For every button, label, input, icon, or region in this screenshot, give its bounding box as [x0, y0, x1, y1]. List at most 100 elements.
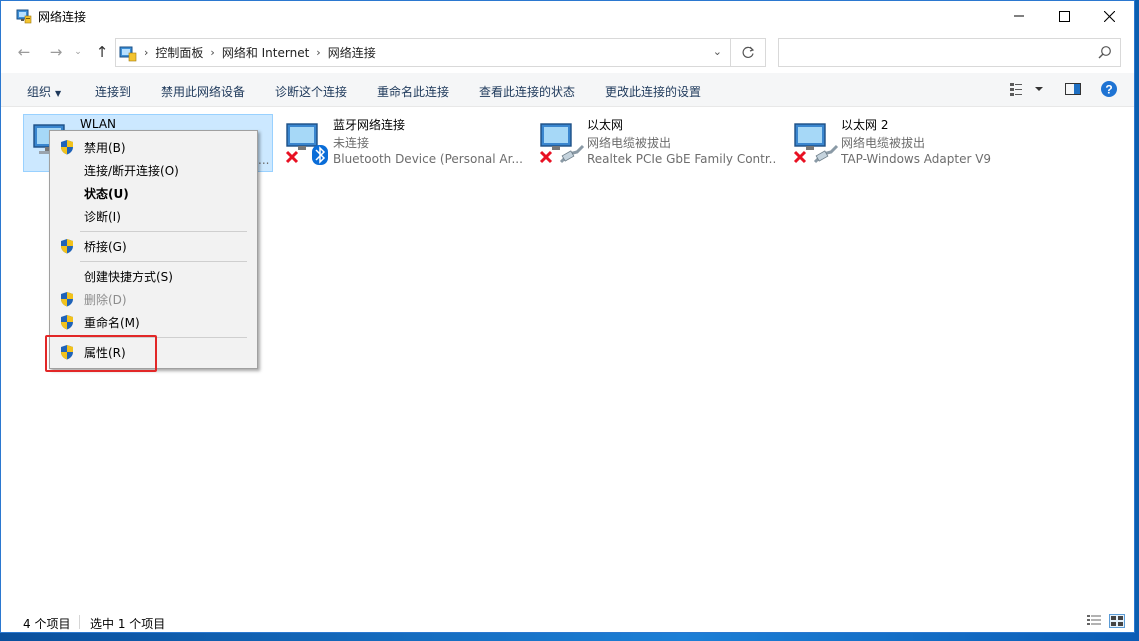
search-icon: [1098, 46, 1111, 59]
ethernet-cable-icon: [813, 144, 839, 164]
menu-item-label: 创建快捷方式(S): [84, 269, 173, 284]
menu-item-label: 连接/断开连接(O): [84, 163, 179, 178]
disconnected-x-icon: [539, 150, 553, 164]
maximize-button[interactable]: [1041, 1, 1087, 31]
recent-locations-button[interactable]: ⌄: [71, 41, 85, 63]
tiles-view-button[interactable]: [1109, 614, 1125, 631]
refresh-icon: [742, 46, 754, 58]
menu-item-label: 状态(U): [84, 186, 129, 201]
disconnected-x-icon: [285, 150, 299, 164]
menu-item-label: 桥接(G): [84, 239, 127, 254]
network-adapter-icon: [539, 123, 585, 164]
status-bar: 4 个项目 选中 1 个项目: [1, 612, 1134, 632]
preview-pane-icon: [1065, 83, 1081, 95]
close-button[interactable]: [1086, 1, 1132, 31]
breadcrumb-separator-icon: ›: [316, 46, 321, 59]
connection-item-ethernet[interactable]: 以太网 网络电缆被拔出 Realtek PCIe GbE Family Cont…: [531, 114, 781, 172]
forward-button[interactable]: →: [45, 41, 67, 63]
menu-separator: [80, 261, 247, 262]
rename-button[interactable]: 重命名此连接: [377, 83, 449, 100]
change-settings-button[interactable]: 更改此连接的设置: [605, 83, 701, 100]
details-view-icon: [1087, 615, 1101, 625]
uac-shield-icon: [61, 292, 73, 307]
explorer-window: 网络连接 ← → ⌄ ↑ › 控制面板 › 网络和 Internet › 网络连…: [0, 0, 1135, 633]
uac-shield-icon: [61, 239, 73, 254]
menu-item-diagnose[interactable]: 诊断(I): [50, 205, 257, 227]
close-icon: [1103, 10, 1115, 22]
maximize-icon: [1058, 10, 1070, 22]
command-bar: 组织 ▼ 连接到 禁用此网络设备 诊断这个连接 重命名此连接 查看此连接的状态 更…: [1, 73, 1134, 107]
menu-separator: [80, 231, 247, 232]
search-input[interactable]: [779, 39, 1079, 65]
connection-name: WLAN: [80, 117, 117, 131]
menu-item-label: 诊断(I): [84, 209, 121, 224]
connection-item-bluetooth[interactable]: 蓝牙网络连接 未连接 Bluetooth Device (Personal Ar…: [277, 114, 527, 172]
help-button[interactable]: ?: [1100, 80, 1118, 101]
svg-text:?: ?: [1105, 83, 1112, 97]
connection-status: 网络电缆被拔出: [841, 136, 926, 150]
minimize-icon: [1014, 15, 1024, 17]
network-adapter-icon: [793, 123, 839, 164]
refresh-button[interactable]: [731, 38, 766, 67]
connection-status: 网络电缆被拔出: [587, 136, 672, 150]
item-count: 4 个项目: [23, 617, 71, 631]
arrow-right-icon: →: [49, 43, 63, 61]
view-options-icon: [1010, 83, 1043, 96]
connection-status: 未连接: [333, 136, 370, 150]
status-divider: [79, 615, 80, 629]
disable-device-button[interactable]: 禁用此网络设备: [161, 83, 245, 100]
menu-item-connect-disconnect[interactable]: 连接/断开连接(O): [50, 159, 257, 181]
selected-count: 选中 1 个项目: [90, 617, 166, 631]
title-bar: 网络连接: [1, 1, 1134, 31]
breadcrumb-network-connections[interactable]: 网络连接: [328, 44, 376, 61]
organize-label: 组织: [27, 85, 52, 99]
properties-highlight-annotation: [45, 335, 157, 372]
menu-item-bridge[interactable]: 桥接(G): [50, 235, 257, 257]
preview-pane-button[interactable]: [1064, 80, 1082, 101]
up-button[interactable]: ↑: [91, 41, 113, 63]
arrow-up-icon: ↑: [95, 43, 109, 61]
menu-item-label: 禁用(B): [84, 140, 126, 155]
change-view-button[interactable]: [1008, 80, 1044, 101]
uac-shield-icon: [61, 315, 73, 330]
network-folder-icon: [16, 9, 32, 24]
caret-down-icon: ▼: [55, 89, 62, 98]
connection-device: Bluetooth Device (Personal Ar...: [333, 152, 523, 166]
connection-device: TAP-Windows Adapter V9: [841, 152, 992, 166]
arrow-left-icon: ←: [17, 43, 31, 61]
connection-item-ethernet-2[interactable]: 以太网 2 网络电缆被拔出 TAP-Windows Adapter V9: [785, 114, 1035, 172]
tiles-view-icon: [1109, 614, 1125, 628]
address-bar[interactable]: › 控制面板 › 网络和 Internet › 网络连接 ⌄: [115, 38, 731, 67]
menu-item-create-shortcut[interactable]: 创建快捷方式(S): [50, 265, 257, 287]
menu-item-delete[interactable]: 删除(D): [50, 288, 257, 310]
search-box[interactable]: [778, 38, 1121, 67]
bluetooth-icon: [312, 145, 328, 165]
view-status-button[interactable]: 查看此连接的状态: [479, 83, 575, 100]
connect-to-button[interactable]: 连接到: [95, 83, 131, 100]
menu-item-label: 重命名(M): [84, 315, 140, 330]
chevron-down-icon: ⌄: [74, 47, 82, 57]
connection-name: 以太网: [587, 118, 624, 132]
connection-name: 以太网 2: [841, 118, 889, 132]
connection-device: Realtek PCIe GbE Family Contr...: [587, 152, 777, 166]
window-title: 网络连接: [38, 10, 87, 24]
address-row: ← → ⌄ ↑ › 控制面板 › 网络和 Internet › 网络连接 ⌄: [1, 37, 1134, 67]
help-icon: ?: [1101, 81, 1117, 97]
menu-item-rename[interactable]: 重命名(M): [50, 311, 257, 333]
details-view-button[interactable]: [1086, 614, 1102, 631]
breadcrumb-network-internet[interactable]: 网络和 Internet: [222, 44, 309, 61]
menu-item-label: 删除(D): [84, 292, 127, 307]
disconnected-x-icon: [793, 150, 807, 164]
connection-name: 蓝牙网络连接: [333, 118, 406, 132]
uac-shield-icon: [61, 140, 73, 155]
chevron-down-icon[interactable]: ⌄: [713, 45, 722, 58]
breadcrumb-separator-icon: ›: [144, 46, 149, 59]
menu-item-status[interactable]: 状态(U): [50, 182, 257, 204]
back-button[interactable]: ←: [13, 41, 35, 63]
diagnose-button[interactable]: 诊断这个连接: [275, 83, 347, 100]
organize-menu[interactable]: 组织 ▼: [27, 83, 61, 100]
menu-item-disable[interactable]: 禁用(B): [50, 136, 257, 158]
breadcrumb-control-panel[interactable]: 控制面板: [155, 44, 203, 61]
ethernet-cable-icon: [559, 144, 585, 164]
minimize-button[interactable]: [996, 1, 1042, 31]
